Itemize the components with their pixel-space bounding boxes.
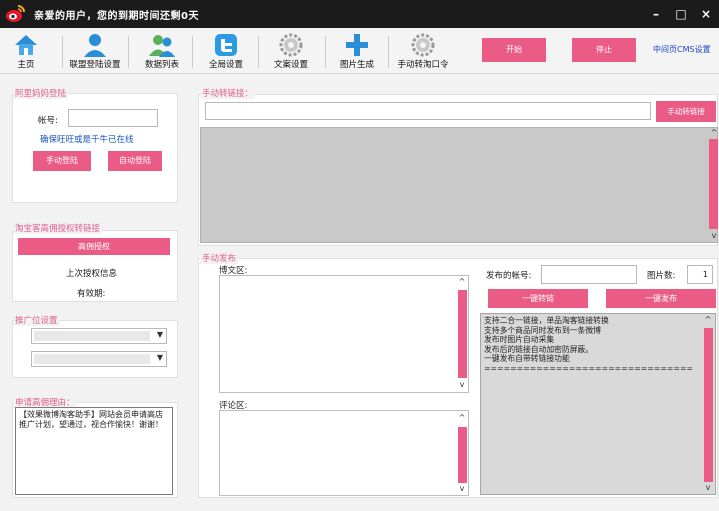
scroll-down-icon[interactable]: v bbox=[457, 380, 467, 389]
close-button[interactable]: × bbox=[696, 4, 716, 24]
publish-account-input[interactable] bbox=[541, 265, 637, 284]
select-value bbox=[34, 354, 150, 364]
stop-button[interactable]: 停止 bbox=[572, 38, 636, 62]
cms-settings-link[interactable]: 中间页CMS设置 bbox=[653, 44, 711, 55]
toolbar-copy-settings[interactable]: 文案设置 bbox=[268, 30, 314, 72]
convert-output-scrollbar[interactable] bbox=[709, 139, 718, 229]
gear-icon bbox=[411, 33, 435, 57]
weibo-textarea[interactable] bbox=[219, 275, 469, 393]
maximize-button[interactable]: □ bbox=[671, 4, 691, 24]
publish-account-label: 发布的帐号: bbox=[486, 271, 532, 281]
scroll-up-icon[interactable]: ^ bbox=[457, 277, 467, 286]
pic-count-label: 图片数: bbox=[647, 271, 676, 281]
manual-convert-button[interactable]: 手动转链接 bbox=[656, 101, 716, 122]
convert-link-input[interactable] bbox=[205, 102, 651, 120]
scroll-up-icon[interactable]: ^ bbox=[703, 315, 713, 324]
chevron-down-icon: ▼ bbox=[156, 353, 163, 362]
convert-all-button[interactable]: 一键转链 bbox=[488, 289, 588, 308]
scroll-up-icon[interactable]: ^ bbox=[709, 128, 719, 137]
toolbar-copy-settings-label: 文案设置 bbox=[273, 60, 308, 70]
toolbar-divider bbox=[192, 36, 193, 68]
toolbar: 主页 联盟登陆设置 数据列表 全局设置 文案设置 图片生成 手动转淘口令 开始 … bbox=[0, 28, 719, 74]
auth-validity: 有效期: bbox=[77, 289, 106, 299]
toolbar-manual-taokouling[interactable]: 手动转淘口令 bbox=[392, 30, 454, 72]
select-value bbox=[34, 331, 150, 341]
weibo-textarea-scrollbar[interactable] bbox=[458, 290, 467, 378]
home-icon bbox=[15, 35, 37, 55]
toolbar-alliance-login-label: 联盟登陆设置 bbox=[69, 60, 121, 70]
toolbar-divider bbox=[62, 36, 63, 68]
online-hint: 确保旺旺或是千牛已在线 bbox=[40, 135, 134, 145]
apply-reason-textarea[interactable]: 【效果微博淘客助手】网站会员申请高店推广计划，望通过，视合作愉快！谢谢！ bbox=[15, 407, 173, 495]
account-label: 帐号: bbox=[38, 116, 58, 126]
scroll-down-icon[interactable]: v bbox=[709, 231, 719, 240]
publish-info-scrollbar[interactable] bbox=[704, 328, 713, 482]
toolbar-divider bbox=[388, 36, 389, 68]
toolbar-image-gen-label: 图片生成 bbox=[339, 60, 374, 70]
users-icon bbox=[149, 35, 175, 57]
title-bar: 亲爱的用户，您的到期时间还剩0天 – □ × bbox=[0, 0, 719, 28]
login-legend: 阿里妈妈登陆 bbox=[13, 87, 69, 99]
toolbar-alliance-login[interactable]: 联盟登陆设置 bbox=[64, 30, 126, 72]
weibo-logo-icon bbox=[6, 5, 25, 22]
toolbar-global-settings-label: 全局设置 bbox=[208, 60, 243, 70]
publish-info-textarea[interactable]: 支持二合一链接，单品淘客链接转换 支持多个商品同时发布到一条微博 发布时图片自动… bbox=[480, 313, 716, 495]
promo-slot-select-1[interactable]: ▼ bbox=[31, 328, 167, 344]
auth-legend: 淘宝客高佣授权转链接 bbox=[13, 222, 103, 234]
toolbar-divider bbox=[258, 36, 259, 68]
start-button[interactable]: 开始 bbox=[482, 38, 546, 62]
last-auth-info: 上次授权信息 bbox=[66, 269, 118, 279]
scroll-up-icon[interactable]: ^ bbox=[457, 413, 467, 422]
toolbar-divider bbox=[128, 36, 129, 68]
minimize-button[interactable]: – bbox=[646, 4, 666, 24]
scroll-down-icon[interactable]: v bbox=[703, 483, 713, 492]
high-commission-auth-button[interactable]: 高佣授权 bbox=[18, 238, 170, 255]
gear-icon bbox=[279, 33, 303, 57]
convert-output-area[interactable] bbox=[200, 127, 718, 243]
user-icon bbox=[84, 34, 106, 57]
convert-legend: 手动转链接： bbox=[200, 87, 256, 99]
promo-slot-select-2[interactable]: ▼ bbox=[31, 351, 167, 367]
toolbar-home-label: 主页 bbox=[17, 60, 35, 70]
toolbar-global-settings[interactable]: 全局设置 bbox=[204, 30, 248, 72]
promo-legend: 推广位设置 bbox=[13, 314, 60, 326]
toolbar-manual-taokouling-label: 手动转淘口令 bbox=[397, 60, 449, 70]
comment-textarea-scrollbar[interactable] bbox=[458, 427, 467, 483]
publish-all-button[interactable]: 一键发布 bbox=[606, 289, 716, 308]
plus-icon bbox=[346, 34, 368, 56]
blue-bird-icon bbox=[215, 34, 237, 56]
publish-legend: 手动发布 bbox=[200, 252, 239, 264]
chevron-down-icon: ▼ bbox=[156, 330, 163, 339]
toolbar-divider bbox=[325, 36, 326, 68]
manual-login-button[interactable]: 手动登陆 bbox=[33, 151, 91, 171]
scroll-down-icon[interactable]: v bbox=[457, 484, 467, 493]
window-title: 亲爱的用户，您的到期时间还剩0天 bbox=[34, 11, 199, 22]
toolbar-data-list-label: 数据列表 bbox=[144, 60, 179, 70]
comment-textarea[interactable] bbox=[219, 410, 469, 496]
toolbar-image-gen[interactable]: 图片生成 bbox=[334, 30, 380, 72]
auto-login-button[interactable]: 自动登陆 bbox=[108, 151, 162, 171]
toolbar-data-list[interactable]: 数据列表 bbox=[138, 30, 186, 72]
pic-count-stepper[interactable]: 1 bbox=[687, 265, 713, 284]
toolbar-home[interactable]: 主页 bbox=[6, 30, 46, 72]
account-input[interactable] bbox=[68, 109, 158, 127]
